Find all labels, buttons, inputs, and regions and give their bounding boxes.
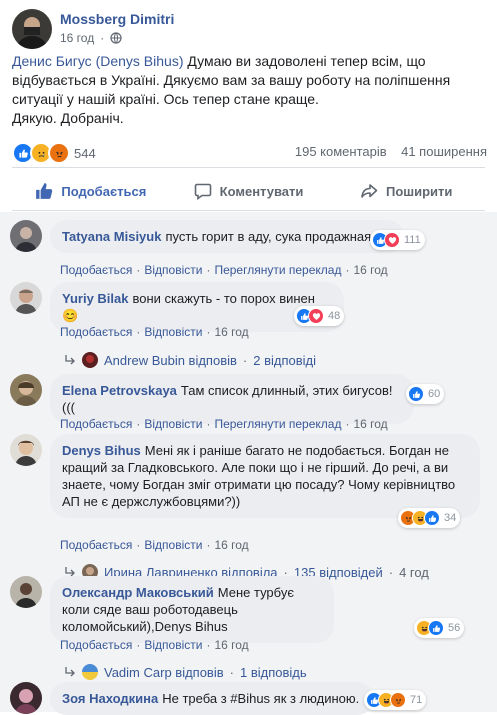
share-icon — [361, 184, 378, 198]
angry-reaction-icon — [390, 692, 406, 708]
author-avatar[interactable] — [12, 9, 52, 49]
comment-like-link[interactable]: Подобається — [60, 538, 132, 552]
reply-arrow-icon — [65, 355, 75, 365]
comment-links: Подобається · Відповісти · Переглянути перек… — [60, 263, 388, 277]
comment-time[interactable]: 16 год — [353, 417, 387, 431]
replies-link[interactable]: Vadim Carp відповів · 1 відповідь — [64, 664, 307, 680]
reaction-count: 48 — [328, 310, 341, 322]
facebook-post: Mossberg Dimitri 16 год · Денис Бигус (D… — [0, 0, 497, 715]
commenter-name[interactable]: Yuriy Bilak — [62, 291, 128, 306]
shares-count[interactable]: 41 поширення — [401, 144, 487, 159]
commenter-avatar[interactable] — [10, 220, 42, 252]
commenter-name[interactable]: Зоя Находкина — [62, 691, 158, 706]
comment-like-link[interactable]: Подобається — [60, 638, 132, 652]
comment-reactions[interactable]: 34 — [398, 508, 461, 528]
comment-reactions[interactable]: 56 — [414, 618, 465, 638]
reply-author: Vadim Carp відповів — [104, 664, 224, 680]
like-reaction-icon — [408, 386, 424, 402]
reply-time: 4 год — [399, 564, 429, 580]
comment-reply-link[interactable]: Відповісти — [144, 263, 202, 277]
comment-time[interactable]: 16 год — [214, 538, 248, 552]
commenter-name[interactable]: Elena Petrovskaya — [62, 383, 177, 398]
reply-count: 1 відповідь — [239, 664, 307, 680]
comment-links: Подобається · Відповісти · 16 год — [60, 325, 249, 339]
comment-icon — [194, 183, 211, 200]
commenter-name[interactable]: Denys Bihus — [62, 443, 141, 458]
reaction-count: 60 — [428, 388, 441, 400]
like-button-label: Подобається — [61, 183, 147, 199]
like-reaction-icon — [424, 510, 440, 526]
comment-reply-link[interactable]: Відповісти — [144, 417, 202, 431]
comment-time[interactable]: 16 год — [214, 638, 248, 652]
comment-text: пусть горит в аду, сука продажная — [165, 229, 372, 244]
share-button[interactable]: Поширити — [327, 172, 485, 210]
comment-like-link[interactable]: Подобається — [60, 325, 132, 339]
thumbs-up-icon — [36, 183, 53, 199]
reply-author: Andrew Bubin відповів — [104, 352, 237, 368]
comment-bubble: Tatyana Misiyuk пусть горит в аду, сука п… — [50, 220, 404, 253]
commenter-avatar[interactable] — [10, 282, 42, 314]
love-reaction-icon — [384, 232, 400, 248]
comment-button-label: Коментувати — [219, 183, 304, 199]
post-tag-name[interactable]: Денис Бигус — [12, 53, 96, 69]
action-bar: Подобається Коментувати Поширити — [12, 172, 485, 210]
see-translation-link[interactable]: Переглянути переклад — [214, 417, 341, 431]
commenter-avatar[interactable] — [10, 374, 42, 406]
like-button[interactable]: Подобається — [12, 172, 170, 210]
comment-button[interactable]: Коментувати — [170, 172, 328, 210]
commenter-name[interactable]: Олександр Маковський — [62, 585, 214, 600]
comments-count[interactable]: 195 коментарів — [295, 144, 387, 159]
globe-icon — [110, 32, 122, 44]
comment-time[interactable]: 16 год — [353, 263, 387, 277]
reply-count: 2 відповіді — [253, 352, 317, 368]
author-name[interactable]: Mossberg Dimitri — [60, 11, 174, 27]
comment-bubble: Зоя Находкина Не треба з #Bihus як з люди… — [50, 682, 374, 715]
comment-like-link[interactable]: Подобається — [60, 417, 132, 431]
comment-reply-link[interactable]: Відповісти — [144, 325, 202, 339]
like-reaction-icon — [428, 620, 444, 636]
see-translation-link[interactable]: Переглянути переклад — [214, 263, 341, 277]
post-text: Денис Бигус (Denys Bihus) Думаю ви задов… — [12, 52, 487, 128]
comment-links: Подобається · Відповісти · 16 год — [60, 638, 249, 652]
comment-reactions[interactable]: 48 — [294, 306, 345, 326]
commenter-avatar[interactable] — [10, 576, 42, 608]
post-meta: 16 год · — [60, 31, 122, 45]
commenter-avatar[interactable] — [10, 434, 42, 466]
comment-reactions[interactable]: 71 — [364, 690, 427, 710]
divider — [12, 167, 485, 168]
reply-avatar — [82, 664, 98, 680]
post-time[interactable]: 16 год — [60, 31, 94, 45]
commenter-name[interactable]: Tatyana Misiyuk — [62, 229, 161, 244]
share-button-label: Поширити — [385, 183, 453, 199]
comment-reactions[interactable]: 111 — [370, 230, 425, 250]
post-stats: 544 195 коментарів 41 поширення — [12, 140, 487, 164]
reactions-summary[interactable]: 544 — [12, 142, 96, 164]
comment-time[interactable]: 16 год — [214, 325, 248, 339]
angry-reaction-icon — [48, 142, 70, 164]
reaction-count: 544 — [74, 145, 96, 161]
replies-link[interactable]: Andrew Bubin відповів · 2 відповіді — [64, 352, 316, 368]
stats-right: 195 коментарів 41 поширення — [295, 144, 487, 159]
reply-avatar — [82, 352, 98, 368]
reaction-count: 111 — [404, 234, 421, 246]
reply-arrow-icon — [65, 667, 75, 677]
divider — [12, 210, 485, 211]
reaction-count: 34 — [444, 512, 457, 524]
comment-links: Подобається · Відповісти · Переглянути перек… — [60, 417, 388, 431]
comment-text: Не треба з #Bihus як з людиною. — [162, 691, 360, 706]
comment-bubble: Denys Bihus Мені як і раніше багато не по… — [50, 434, 480, 518]
love-reaction-icon — [308, 308, 324, 324]
reaction-count: 71 — [410, 694, 423, 706]
comment-reply-link[interactable]: Відповісти — [144, 638, 202, 652]
post-tag-link[interactable]: (Denys Bihus) — [96, 53, 184, 69]
comments-section: Tatyana Misiyuk пусть горит в аду, сука п… — [0, 212, 497, 715]
comment-reply-link[interactable]: Відповісти — [144, 538, 202, 552]
comment-links: Подобається · Відповісти · 16 год — [60, 538, 249, 552]
comment-bubble: Олександр Маковський Мене турбує коли сяд… — [50, 576, 334, 643]
reaction-count: 56 — [448, 622, 461, 634]
post-text-line2: Дякую. Добраніч. — [12, 110, 124, 126]
comment-like-link[interactable]: Подобається — [60, 263, 132, 277]
commenter-avatar[interactable] — [10, 682, 42, 714]
comment-reactions[interactable]: 60 — [406, 384, 445, 404]
